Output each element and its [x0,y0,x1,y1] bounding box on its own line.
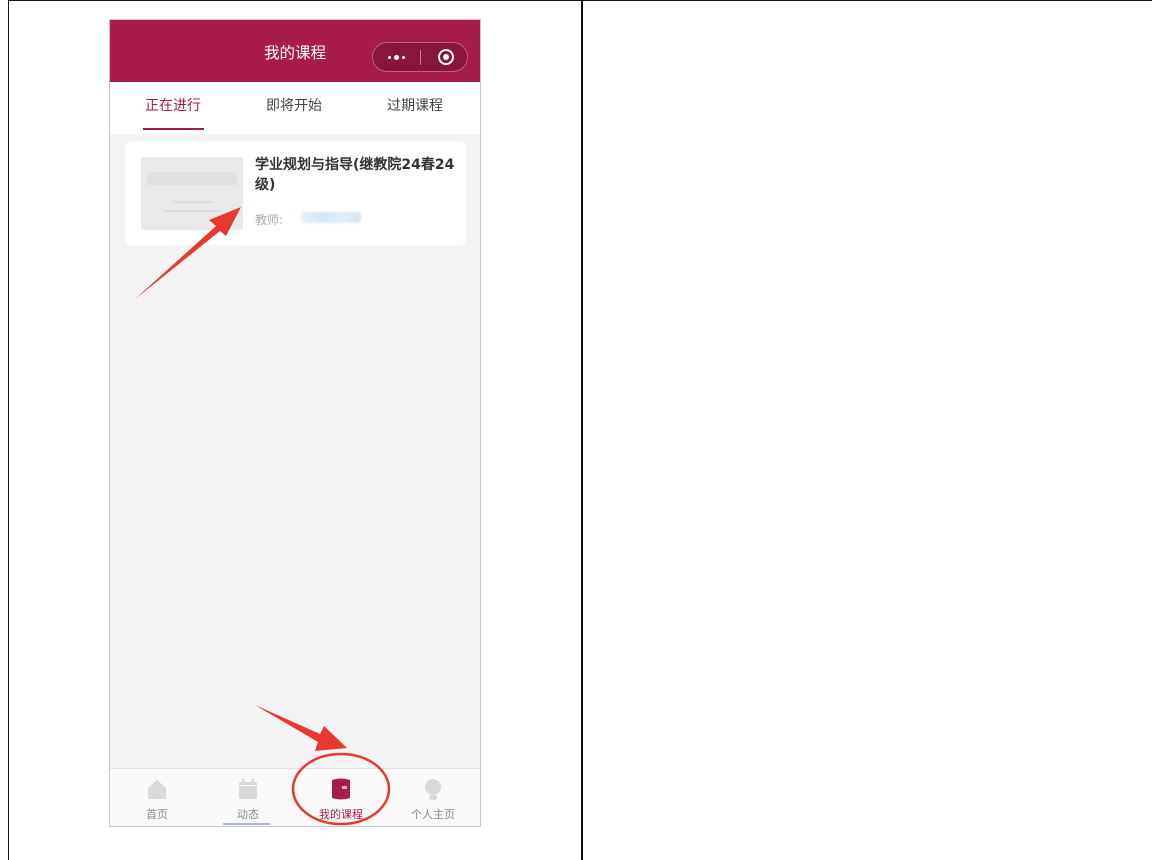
book-icon [330,778,352,800]
tabbar-label: 我的课程 [319,808,363,821]
miniprogram-capsule [372,42,468,72]
table-column-divider [581,0,583,860]
teacher-name-redacted [301,212,361,223]
bottom-tab-bar: 首页 动态 我的课程 个人主页 [110,768,480,826]
course-thumbnail [141,157,243,230]
tab-upcoming[interactable]: 即将开始 [255,82,333,134]
home-icon [146,778,168,800]
title-bar: 我的课程 [110,20,480,82]
thumbnail-placeholder-line [163,210,221,212]
tab-expired[interactable]: 过期课程 [376,82,454,134]
capsule-divider [420,50,421,65]
active-tab-indicator [143,128,204,130]
dot-icon [394,54,399,60]
calendar-icon [237,778,259,800]
dot-icon [388,55,391,59]
dot-icon [402,55,405,59]
teacher-label: 教师: [255,213,284,227]
tabbar-item-home[interactable]: 首页 [122,769,192,826]
thumbnail-placeholder-line [173,201,213,203]
person-icon [422,778,444,800]
phone-screenshot: 我的课程 正在进行 即将开始 过期课程 学业规划与指导(继教院24春24级) 教… [109,19,481,827]
tabbar-item-feed[interactable]: 动态 [213,769,283,826]
course-tabs: 正在进行 即将开始 过期课程 [110,82,480,134]
thumbnail-placeholder-bar [147,172,237,185]
more-menu-button[interactable] [373,43,420,71]
tabbar-item-my-courses[interactable]: 我的课程 [306,769,376,826]
tabbar-item-profile[interactable]: 个人主页 [398,769,468,826]
tab-ongoing[interactable]: 正在进行 [134,82,212,134]
close-target-icon[interactable] [438,49,454,65]
tabbar-label: 首页 [146,808,168,821]
nav-indicator-line [223,823,270,825]
course-card[interactable]: 学业规划与指导(继教院24春24级) 教师: [125,141,466,245]
course-title: 学业规划与指导(继教院24春24级) [255,157,455,193]
tabbar-label: 个人主页 [411,808,455,821]
tabbar-label: 动态 [237,808,259,821]
